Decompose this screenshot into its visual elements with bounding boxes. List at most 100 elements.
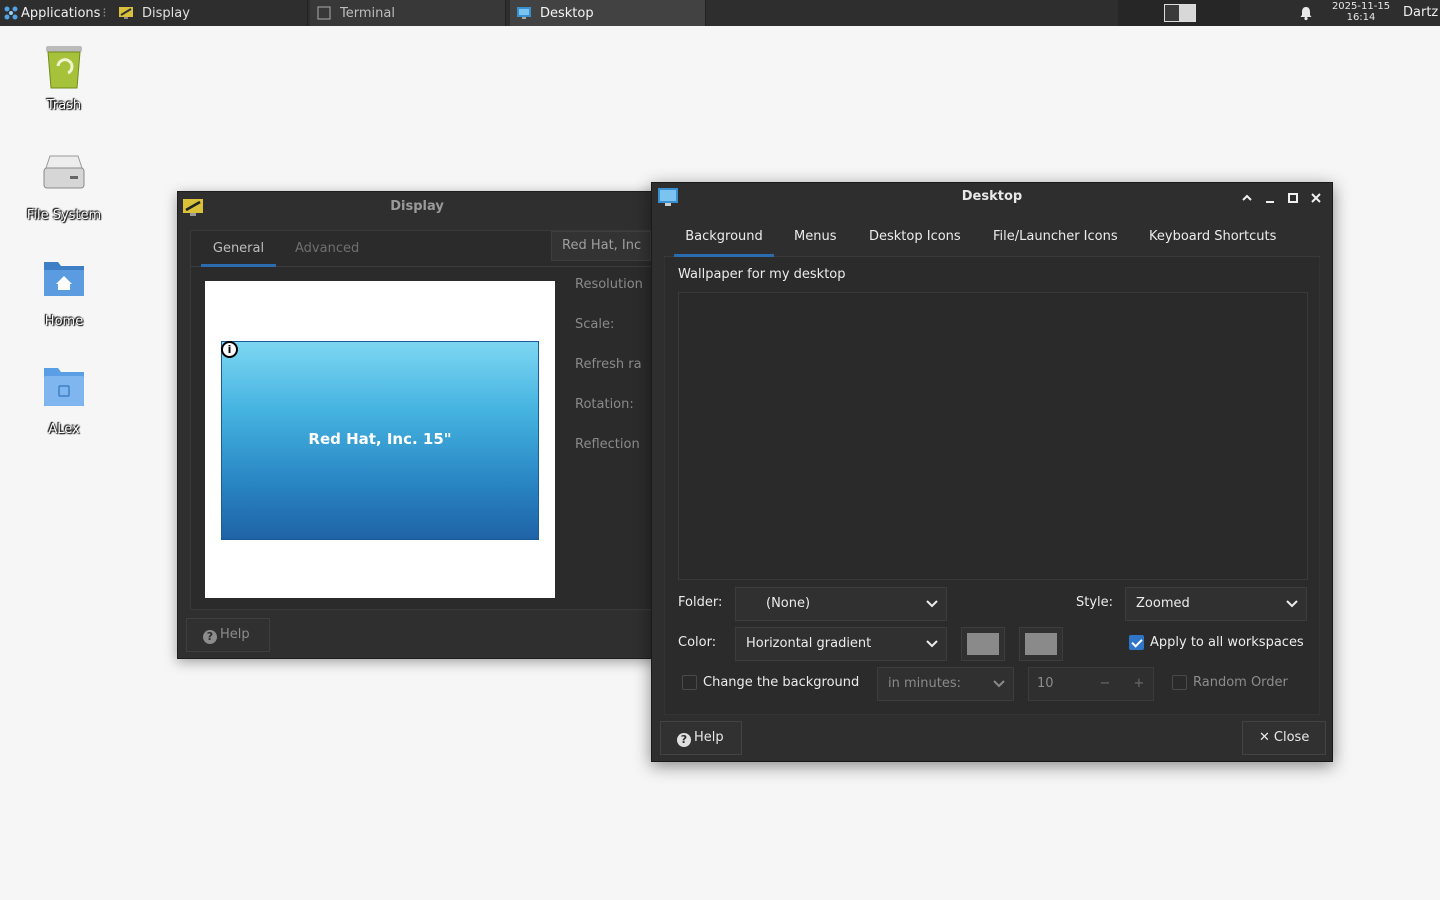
interval-spinner[interactable]: 10 − + [1028,667,1154,701]
output-select[interactable]: Red Hat, Inc [551,231,651,261]
wallpaper-list[interactable] [678,292,1308,580]
help-label: Help [694,730,724,745]
window-controls [1238,189,1324,206]
decrement-icon[interactable]: − [1095,668,1115,700]
panel-clock[interactable]: 2025-11-15 16:14 [1326,1,1396,23]
rotation-label: Rotation: [575,397,634,412]
monitor-label: Red Hat, Inc. 15" [308,430,452,448]
taskbar-item-desktop[interactable]: Desktop [510,0,706,26]
panel-separator: ⁝ [102,5,107,21]
change-background-checkbox[interactable]: Change the background [682,675,859,690]
notification-bell-icon[interactable] [1298,5,1314,21]
desktop-app-icon [658,188,678,206]
window-title: Desktop [961,189,1023,204]
style-select[interactable]: Zoomed [1125,587,1307,621]
display-content: General Advanced i Red Hat, Inc. 15" Red… [190,230,660,610]
clock-date: 2025-11-15 [1331,1,1391,12]
display-window: Display General Advanced i Red Hat, Inc.… [177,191,660,659]
random-order-checkbox[interactable]: Random Order [1172,675,1288,690]
close-label: Close [1273,730,1310,745]
maximize-button[interactable] [1284,189,1301,206]
monitor-preview: i Red Hat, Inc. 15" [205,281,555,598]
applications-menu-button[interactable]: Applications ⁝ [0,0,111,26]
close-button[interactable]: ✕ Close [1242,721,1326,755]
color2-button[interactable] [1019,627,1063,661]
taskbar-label: Desktop [540,5,594,21]
terminal-app-icon [317,6,331,20]
tab-advanced[interactable]: Advanced [295,231,359,267]
color1-swatch [967,633,999,655]
hard-drive-icon [40,150,88,198]
close-window-button[interactable] [1307,189,1324,206]
tab-menus[interactable]: Menus [794,219,836,257]
refresh-rate-label: Refresh ra [575,357,642,372]
folder-select[interactable]: (None) [735,587,947,621]
close-icon: ✕ [1259,730,1270,745]
monitor-tile[interactable]: i Red Hat, Inc. 15" [221,341,539,540]
close-icon [1310,192,1321,203]
interval-value: 10 [1037,676,1054,691]
wallpaper-heading: Wallpaper for my desktop [678,267,846,282]
folder-select-value: (None) [766,596,811,611]
resolution-label: Resolution [575,277,643,292]
apply-all-workspaces-checkbox[interactable]: Apply to all workspaces [1129,635,1304,650]
help-button[interactable]: ? Help [186,618,270,652]
checkbox-icon [1172,675,1187,690]
style-label: Style: [1076,595,1114,610]
help-label: Help [220,627,250,642]
minimize-button[interactable] [1261,189,1278,206]
change-background-label: Change the background [703,675,860,690]
desktop-app-icon [517,7,531,19]
minimize-icon [1265,200,1274,203]
taskbar-label: Display [142,5,190,21]
applications-label: Applications [21,5,101,21]
tab-general[interactable]: General [201,231,276,267]
tab-file-launcher-icons[interactable]: File/Launcher Icons [993,219,1118,257]
top-panel: Applications ⁝ Display Terminal Desktop … [0,0,1440,26]
checkbox-icon [682,675,697,690]
desktop-icon-home[interactable]: Home [14,256,114,329]
tab-keyboard-shortcuts[interactable]: Keyboard Shortcuts [1149,219,1276,257]
background-panel: Wallpaper for my desktop Folder: (None) … [664,257,1320,715]
color-style-select[interactable]: Horizontal gradient [735,627,947,661]
maximize-icon [1287,192,1298,203]
settings-tabs: Background Menus Desktop Icons File/Laun… [664,219,1320,257]
apply-all-label: Apply to all workspaces [1150,635,1304,650]
folder-label: Folder: [678,595,723,610]
color-style-value: Horizontal gradient [746,636,872,651]
info-icon[interactable]: i [221,341,238,358]
window-title: Display [390,199,444,214]
chevron-down-icon [993,668,1005,700]
desktop-settings-window: Desktop Background Menus Desktop Icons F… [651,182,1333,762]
interval-unit-select[interactable]: in minutes: [877,667,1014,701]
chevron-down-icon [926,588,938,620]
taskbar-item-display[interactable]: Display [112,0,308,26]
tab-desktop-icons[interactable]: Desktop Icons [869,219,961,257]
workspace-switcher[interactable] [1118,0,1240,26]
increment-icon[interactable]: + [1129,668,1149,700]
applications-icon [4,6,18,20]
workspace-1[interactable] [1164,4,1196,22]
chevron-down-icon [1286,588,1298,620]
color-label: Color: [678,635,717,650]
desktop-icon-trash[interactable]: Trash [14,40,114,113]
shade-button[interactable] [1238,189,1255,206]
desktop-icon-alex[interactable]: ALex [14,364,114,437]
desktop-icon-label: Trash [46,98,82,113]
desktop-icon-file-system[interactable]: File System [14,150,114,223]
checkbox-checked-icon [1129,635,1144,650]
color1-button[interactable] [961,627,1005,661]
chevron-down-icon [926,628,938,660]
help-button[interactable]: ? Help [660,721,742,755]
help-icon: ? [677,733,691,747]
help-icon: ? [203,630,217,644]
display-app-icon [119,7,133,19]
style-select-value: Zoomed [1136,596,1190,611]
clock-time: 16:14 [1346,12,1376,23]
trash-icon [40,40,88,89]
home-folder-icon [40,256,88,304]
folder-icon [40,364,88,412]
tab-background[interactable]: Background [674,219,774,257]
taskbar-item-terminal[interactable]: Terminal [310,0,506,26]
user-menu[interactable]: Dartz [1403,5,1438,20]
